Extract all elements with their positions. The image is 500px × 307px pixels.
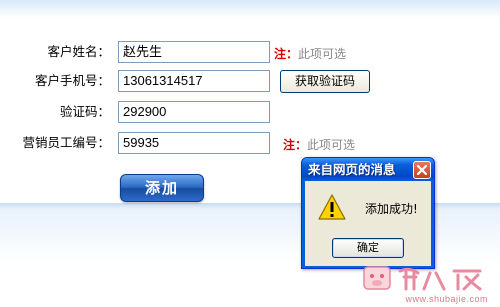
staff-id-note-text: 此项可选 bbox=[307, 138, 356, 152]
staff-id-field[interactable]: 59935 bbox=[118, 132, 270, 154]
customer-name-note: 注：此项可选 bbox=[274, 45, 346, 63]
customer-name-note-text: 此项可选 bbox=[298, 47, 347, 61]
get-captcha-button[interactable]: 获取验证码 bbox=[280, 70, 370, 93]
customer-name-label: 客户姓名： bbox=[47, 44, 110, 59]
staff-id-note-required: 注： bbox=[283, 138, 308, 152]
dialog-message: 添加成功! bbox=[365, 202, 418, 216]
watermark-url: www.shubajie.com bbox=[405, 294, 488, 304]
customer-name-field[interactable]: 赵先生 bbox=[118, 41, 270, 63]
dialog-title: 来自网页的消息 bbox=[308, 162, 396, 177]
warning-icon bbox=[317, 193, 347, 224]
staff-id-label: 营销员工编号： bbox=[22, 135, 110, 150]
close-icon[interactable] bbox=[413, 161, 431, 179]
add-button[interactable]: 添加 bbox=[120, 174, 204, 202]
customer-phone-field[interactable]: 13061314517 bbox=[118, 70, 270, 92]
ok-button[interactable]: 确定 bbox=[332, 238, 404, 258]
staff-id-note: 注：此项可选 bbox=[283, 136, 355, 154]
customer-phone-label: 客户手机号： bbox=[34, 73, 110, 88]
message-dialog: 来自网页的消息 添加成功! 确定 bbox=[301, 157, 435, 269]
captcha-field[interactable]: 292900 bbox=[118, 101, 270, 123]
dialog-body: 添加成功! 确定 bbox=[305, 181, 431, 266]
customer-name-note-required: 注： bbox=[274, 47, 299, 61]
captcha-label: 验证码： bbox=[59, 104, 110, 119]
top-gradient-band bbox=[0, 0, 500, 18]
dialog-title-bar[interactable]: 来自网页的消息 bbox=[302, 158, 434, 181]
